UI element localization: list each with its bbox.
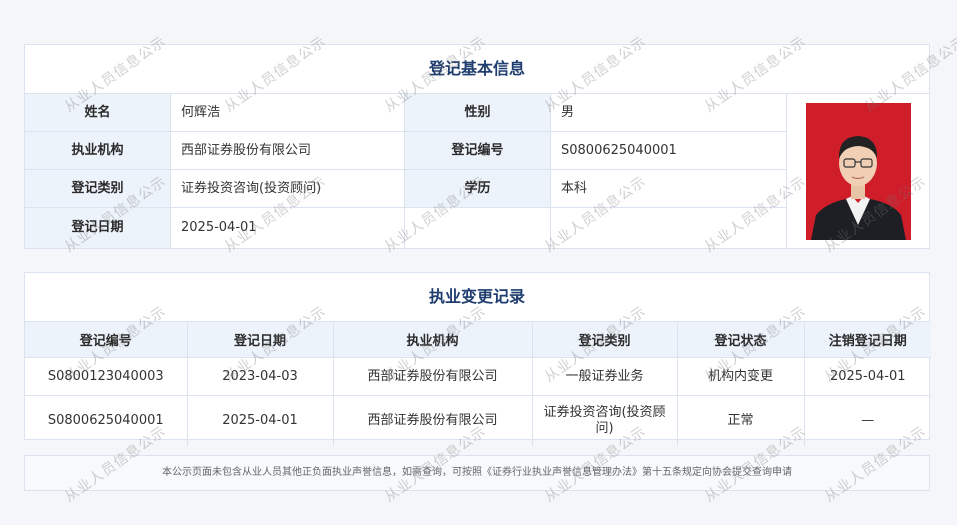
empty-cell [405,208,551,248]
reg-date-value: 2025-04-01 [171,208,405,248]
reg-no-value: S0800625040001 [551,132,787,170]
history-title: 执业变更记录 [25,273,929,322]
reg-type-label: 登记类别 [25,170,171,208]
table-cell: 2025-04-01 [804,357,931,396]
column-header: 登记状态 [677,322,805,358]
gender-value: 男 [551,94,787,132]
empty-cell [551,208,787,248]
column-header: 注销登记日期 [804,322,931,358]
basic-info-grid: 姓名 何辉浩 性别 男 执业机构 西部证券股份有限公司 登记编号 S080062… [25,94,929,248]
table-header-row: 登记编号 登记日期 执业机构 登记类别 登记状态 注销登记日期 [25,322,931,358]
table-cell: S0800625040001 [25,395,188,446]
table-row: S0800123040003 2023-04-03 西部证券股份有限公司 一般证… [25,357,931,396]
edu-value: 本科 [551,170,787,208]
org-label: 执业机构 [25,132,171,170]
table-cell: S0800123040003 [25,357,188,396]
basic-info-title: 登记基本信息 [25,45,929,94]
column-header: 登记编号 [25,322,188,358]
column-header: 登记日期 [187,322,334,358]
table-cell: 证券投资咨询(投资顾问) [532,395,678,446]
basic-info-panel: 登记基本信息 姓名 何辉浩 性别 男 执业机构 西部证券股份有限公司 登记编号 … [24,44,930,249]
gender-label: 性别 [405,94,551,132]
page: 登记基本信息 姓名 何辉浩 性别 男 执业机构 西部证券股份有限公司 登记编号 … [0,0,957,525]
table-cell: 正常 [677,395,805,446]
table-cell: 2025-04-01 [187,395,334,446]
reg-no-label: 登记编号 [405,132,551,170]
org-value: 西部证券股份有限公司 [171,132,405,170]
table-cell: 2023-04-03 [187,357,334,396]
column-header: 登记类别 [532,322,678,358]
person-photo [805,102,911,240]
table-row: S0800625040001 2025-04-01 西部证券股份有限公司 证券投… [25,395,931,446]
table-cell: 机构内变更 [677,357,805,396]
edu-label: 学历 [405,170,551,208]
table-cell: 西部证券股份有限公司 [333,395,533,446]
name-value: 何辉浩 [171,94,405,132]
reg-type-value: 证券投资咨询(投资顾问) [171,170,405,208]
history-table: 登记编号 登记日期 执业机构 登记类别 登记状态 注销登记日期 S0800123… [25,322,931,446]
table-cell: 一般证券业务 [532,357,678,396]
notice-bar: 本公示页面未包含从业人员其他正负面执业声誉信息，如需查询，可按照《证券行业执业声… [24,455,930,491]
table-cell: 西部证券股份有限公司 [333,357,533,396]
photo-cell [787,94,929,248]
history-panel: 执业变更记录 登记编号 登记日期 执业机构 登记类别 登记状态 注销登记日期 S… [24,272,931,446]
table-cell: — [861,413,875,428]
column-header: 执业机构 [333,322,533,358]
name-label: 姓名 [25,94,171,132]
reg-date-label: 登记日期 [25,208,171,248]
